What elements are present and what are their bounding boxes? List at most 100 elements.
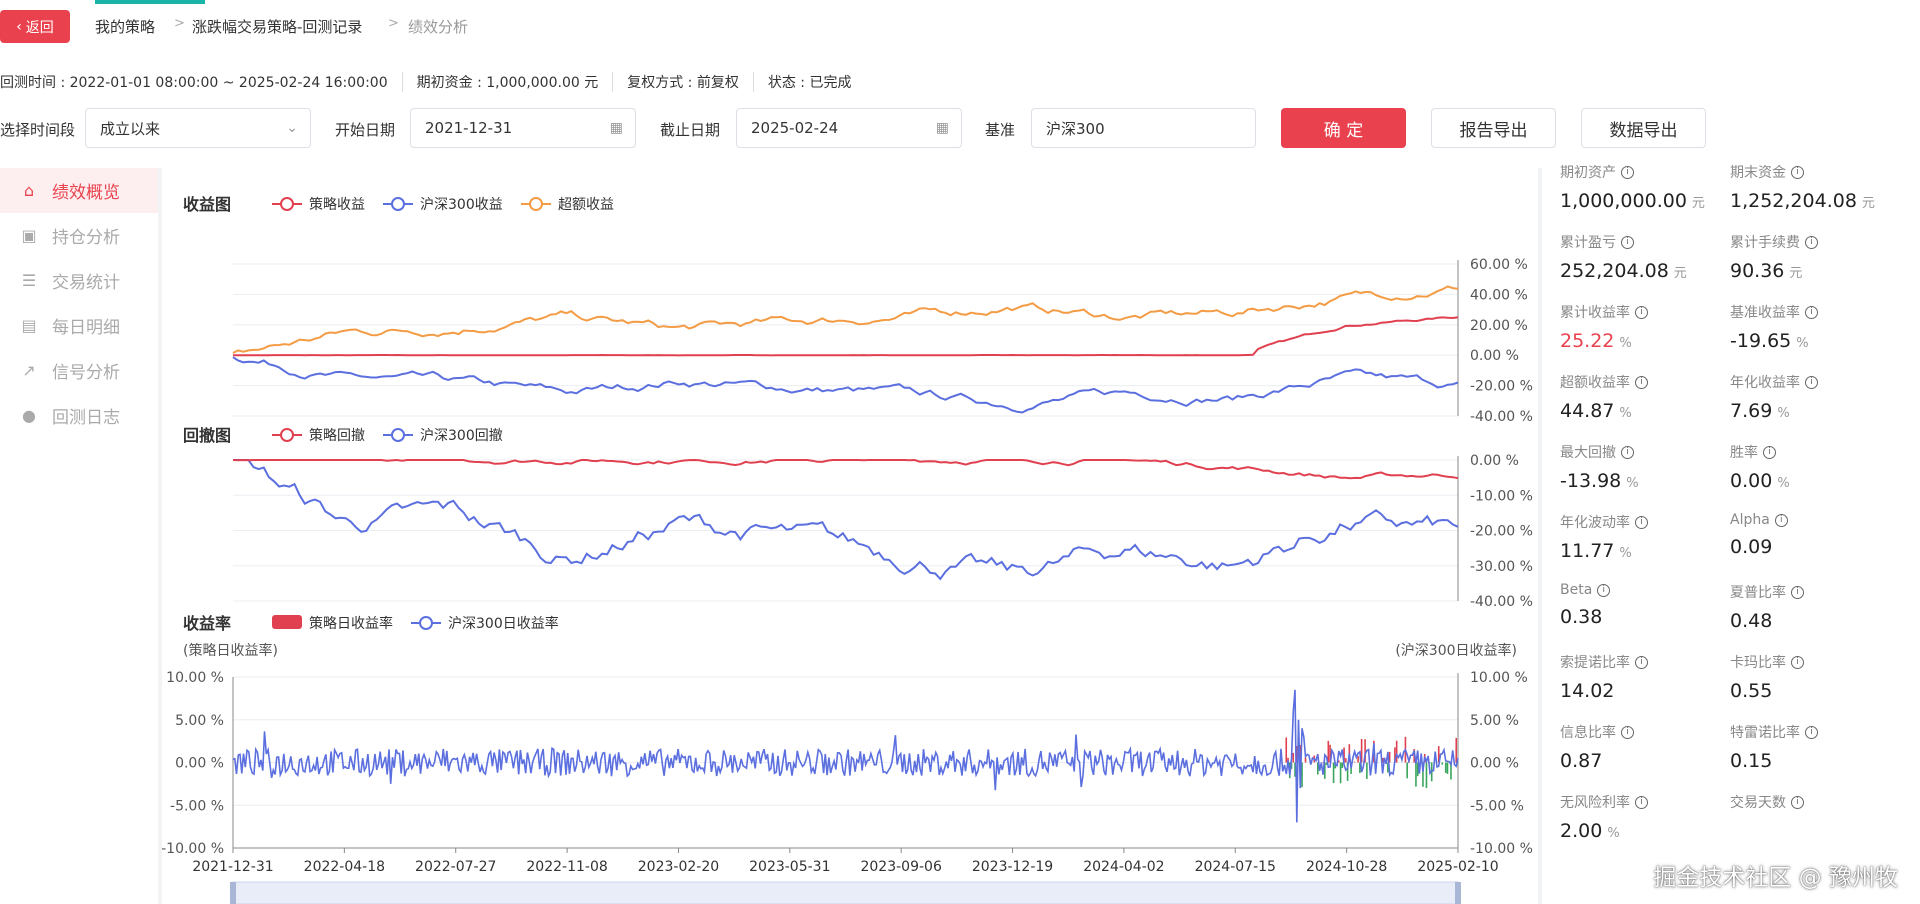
stat-item: 超额收益率 i 44.87% [1560, 372, 1730, 422]
charts-svg: 收益图 策略收益 沪深300收益 超额收益 60.00 % 40.00 % 20.00 % 0… [162, 195, 1533, 904]
x-tick-label: 2023-12-19 [972, 859, 1053, 875]
legend-label: 策略回撤 [309, 427, 365, 444]
strategy-daily-bar [1425, 762, 1428, 789]
chart-title-daily: 收益率 [183, 614, 231, 633]
info-circle-icon[interactable]: i [1621, 445, 1634, 459]
range-select[interactable]: 成立以来 ⌄ [85, 108, 311, 148]
stat-item: 基准收益率 i -19.65% [1730, 302, 1900, 352]
start-date-input[interactable]: 2021-12-31 ▦ [410, 108, 636, 148]
info-circle-icon[interactable]: i [1805, 725, 1818, 739]
y-tick-label: 0.00 % [1470, 756, 1519, 772]
strategy-daily-bar [1353, 761, 1356, 763]
backtest-status: 状态 : 已完成 [767, 75, 852, 91]
stat-label: 信息比率 i [1560, 722, 1730, 742]
filter-row: 选择时间段 成立以来 ⌄ 开始日期 2021-12-31 ▦ 截止日期 2025… [0, 108, 1920, 148]
y-tick-label: 0.00 % [1470, 348, 1519, 364]
y-tick-label: 10.00 % [1470, 670, 1528, 686]
stat-label: 累计盈亏 i [1560, 232, 1730, 252]
strategy-daily-bar [1357, 756, 1359, 763]
strategy-daily-bar [1446, 762, 1449, 774]
chart-title-drawdown: 回撤图 [183, 426, 231, 445]
series-benchmark-line [232, 356, 1459, 414]
y-tick-label: 10.00 % [166, 670, 224, 686]
sidebar-item-signal[interactable]: ↗ 信号分析 [0, 348, 158, 393]
info-circle-icon[interactable]: i [1635, 515, 1648, 529]
info-circle-icon[interactable]: i [1597, 583, 1611, 597]
zoom-slider-handle-left[interactable] [230, 882, 236, 904]
report-export-button[interactable]: 报告导出 [1431, 108, 1556, 148]
info-circle-icon[interactable]: i [1791, 655, 1804, 669]
x-tick-label: 2025-02-10 [1417, 859, 1498, 875]
stat-label: 年化波动率 i [1560, 512, 1730, 532]
info-circle-icon[interactable]: i [1791, 795, 1804, 809]
stat-value: 0.55 [1730, 680, 1773, 702]
info-bar: 回测时间 : 2022-01-01 08:00:00 ~ 2025-02-24 … [0, 50, 1920, 168]
stat-value: 252,204.08 元 [1560, 260, 1687, 282]
x-tick-label: 2022-07-27 [415, 859, 496, 875]
info-circle-icon[interactable]: i [1635, 305, 1648, 319]
sidebar-item-overview[interactable]: ⌂ 绩效概览 [0, 168, 158, 213]
info-circle-icon[interactable]: i [1774, 513, 1788, 527]
breadcrumb-separator: > [388, 16, 399, 31]
stat-value: 2.00% [1560, 820, 1620, 842]
sidebar-item-trades[interactable]: ☰ 交易统计 [0, 258, 158, 303]
info-circle-icon[interactable]: i [1791, 165, 1804, 179]
breadcrumb-my-strategy[interactable]: 我的策略 [95, 16, 155, 37]
x-tick-label: 2022-04-18 [304, 859, 385, 875]
y-tick-label: -40.00 % [1470, 594, 1533, 610]
legend-label: 沪深300日收益率 [448, 615, 559, 632]
back-button[interactable]: ‹ 返回 [0, 10, 70, 43]
info-circle-icon[interactable]: i [1791, 585, 1804, 599]
stat-item: 累计盈亏 i 252,204.08 元 [1560, 232, 1730, 282]
info-circle-icon[interactable]: i [1621, 725, 1634, 739]
chevron-left-icon: ‹ [16, 18, 22, 35]
y-tick-label: -10.00 % [162, 841, 224, 857]
list-icon: ☰ [21, 271, 37, 290]
benchmark-label: 基准 [985, 121, 1016, 139]
info-circle-icon[interactable]: i [1805, 235, 1818, 249]
stat-label: Alpha i [1730, 512, 1900, 528]
legend-label: 策略日收益率 [309, 615, 393, 632]
watermark-text: 掘金技术社区 @ 豫州牧 [1653, 865, 1898, 891]
legend-label: 超额收益 [558, 197, 614, 213]
stat-item: 期末资金 i 1,252,204.08 元 [1730, 162, 1900, 212]
chart-title-returns: 收益图 [183, 195, 231, 214]
info-circle-icon[interactable]: i [1635, 655, 1648, 669]
calendar-icon: ▦ [935, 120, 949, 136]
strategy-daily-bar [1332, 762, 1335, 783]
sidebar-item-daily[interactable]: ▤ 每日明细 [0, 303, 158, 348]
info-circle-icon[interactable]: i [1621, 235, 1634, 249]
legend-swatch [272, 615, 302, 629]
stat-label: 无风险利率 i [1560, 792, 1730, 812]
end-date-input[interactable]: 2025-02-24 ▦ [736, 108, 962, 148]
benchmark-input[interactable]: 沪深300 [1031, 108, 1256, 148]
trend-icon: ↗ [22, 361, 36, 380]
breadcrumb-backtest-records[interactable]: 涨跌幅交易策略-回测记录 [192, 16, 362, 37]
stat-value: 0.15 [1730, 750, 1773, 772]
stat-value: 14.02 [1560, 680, 1615, 702]
home-icon: ⌂ [23, 181, 35, 200]
confirm-button[interactable]: 确 定 [1281, 108, 1406, 148]
y-tick-label: -10.00 % [1470, 841, 1533, 857]
stat-value: 1,000,000.00 元 [1560, 190, 1705, 212]
stat-item: 最大回撤 i -13.98% [1560, 442, 1730, 492]
info-circle-icon[interactable]: i [1635, 795, 1648, 809]
info-circle-icon[interactable]: i [1805, 375, 1818, 389]
data-export-button[interactable]: 数据导出 [1581, 108, 1706, 148]
info-circle-icon[interactable]: i [1635, 375, 1648, 389]
zoom-slider-handle-right[interactable] [1455, 882, 1461, 904]
stat-item: 交易天数 i [1730, 792, 1900, 820]
x-tick-label: 2024-10-28 [1306, 859, 1387, 875]
chevron-down-icon: ⌄ [286, 120, 298, 136]
sidebar-item-log[interactable]: ● 回测日志 [0, 393, 158, 438]
sidebar-item-position[interactable]: ▣ 持仓分析 [0, 213, 158, 258]
x-tick-label: 2023-02-20 [638, 859, 719, 875]
stat-label: 超额收益率 i [1560, 372, 1730, 392]
info-circle-icon[interactable]: i [1621, 165, 1634, 179]
series-benchmark-drawdown [233, 459, 1459, 581]
info-circle-icon[interactable]: i [1805, 305, 1818, 319]
strategy-daily-bar [1441, 762, 1444, 765]
range-label: 选择时间段 [0, 121, 76, 139]
info-circle-icon[interactable]: i [1763, 445, 1776, 459]
y-tick-label: 5.00 % [175, 713, 224, 729]
